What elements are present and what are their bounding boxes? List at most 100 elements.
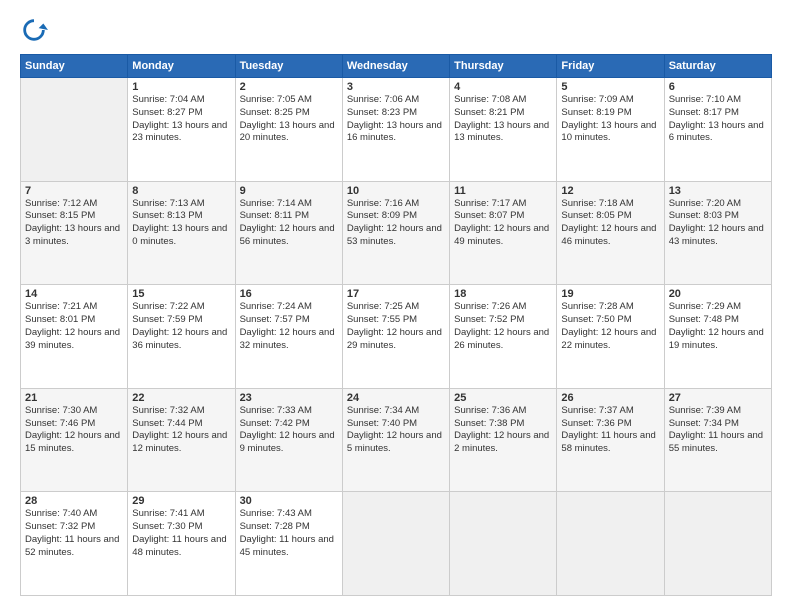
calendar-cell	[21, 78, 128, 182]
header	[20, 16, 772, 44]
calendar-week-row: 21Sunrise: 7:30 AMSunset: 7:46 PMDayligh…	[21, 388, 772, 492]
day-info: Sunrise: 7:21 AMSunset: 8:01 PMDaylight:…	[25, 301, 123, 352]
day-number: 27	[669, 392, 767, 404]
calendar-cell: 24Sunrise: 7:34 AMSunset: 7:40 PMDayligh…	[342, 388, 449, 492]
day-info: Sunrise: 7:09 AMSunset: 8:19 PMDaylight:…	[561, 94, 659, 145]
calendar-cell: 26Sunrise: 7:37 AMSunset: 7:36 PMDayligh…	[557, 388, 664, 492]
day-number: 9	[240, 185, 338, 197]
day-number: 13	[669, 185, 767, 197]
day-info: Sunrise: 7:34 AMSunset: 7:40 PMDaylight:…	[347, 405, 445, 456]
day-number: 23	[240, 392, 338, 404]
day-number: 16	[240, 288, 338, 300]
day-number: 28	[25, 495, 123, 507]
day-number: 3	[347, 81, 445, 93]
calendar-cell: 19Sunrise: 7:28 AMSunset: 7:50 PMDayligh…	[557, 285, 664, 389]
calendar-table: SundayMondayTuesdayWednesdayThursdayFrid…	[20, 54, 772, 596]
day-info: Sunrise: 7:12 AMSunset: 8:15 PMDaylight:…	[25, 198, 123, 249]
day-number: 4	[454, 81, 552, 93]
calendar-cell: 8Sunrise: 7:13 AMSunset: 8:13 PMDaylight…	[128, 181, 235, 285]
calendar-cell: 4Sunrise: 7:08 AMSunset: 8:21 PMDaylight…	[450, 78, 557, 182]
day-number: 24	[347, 392, 445, 404]
day-number: 30	[240, 495, 338, 507]
calendar-cell: 7Sunrise: 7:12 AMSunset: 8:15 PMDaylight…	[21, 181, 128, 285]
calendar-cell: 12Sunrise: 7:18 AMSunset: 8:05 PMDayligh…	[557, 181, 664, 285]
day-info: Sunrise: 7:05 AMSunset: 8:25 PMDaylight:…	[240, 94, 338, 145]
calendar-cell	[342, 492, 449, 596]
day-info: Sunrise: 7:13 AMSunset: 8:13 PMDaylight:…	[132, 198, 230, 249]
day-info: Sunrise: 7:37 AMSunset: 7:36 PMDaylight:…	[561, 405, 659, 456]
calendar-cell: 10Sunrise: 7:16 AMSunset: 8:09 PMDayligh…	[342, 181, 449, 285]
day-info: Sunrise: 7:28 AMSunset: 7:50 PMDaylight:…	[561, 301, 659, 352]
calendar-cell: 1Sunrise: 7:04 AMSunset: 8:27 PMDaylight…	[128, 78, 235, 182]
day-info: Sunrise: 7:40 AMSunset: 7:32 PMDaylight:…	[25, 508, 123, 559]
calendar-cell: 21Sunrise: 7:30 AMSunset: 7:46 PMDayligh…	[21, 388, 128, 492]
weekday-header: Monday	[128, 55, 235, 78]
day-info: Sunrise: 7:41 AMSunset: 7:30 PMDaylight:…	[132, 508, 230, 559]
calendar-cell: 23Sunrise: 7:33 AMSunset: 7:42 PMDayligh…	[235, 388, 342, 492]
day-number: 26	[561, 392, 659, 404]
weekday-header: Saturday	[664, 55, 771, 78]
day-number: 15	[132, 288, 230, 300]
calendar-cell: 2Sunrise: 7:05 AMSunset: 8:25 PMDaylight…	[235, 78, 342, 182]
day-number: 12	[561, 185, 659, 197]
day-number: 7	[25, 185, 123, 197]
calendar-cell: 9Sunrise: 7:14 AMSunset: 8:11 PMDaylight…	[235, 181, 342, 285]
calendar-cell: 15Sunrise: 7:22 AMSunset: 7:59 PMDayligh…	[128, 285, 235, 389]
calendar-cell: 22Sunrise: 7:32 AMSunset: 7:44 PMDayligh…	[128, 388, 235, 492]
day-info: Sunrise: 7:33 AMSunset: 7:42 PMDaylight:…	[240, 405, 338, 456]
day-info: Sunrise: 7:22 AMSunset: 7:59 PMDaylight:…	[132, 301, 230, 352]
calendar-cell: 6Sunrise: 7:10 AMSunset: 8:17 PMDaylight…	[664, 78, 771, 182]
day-number: 19	[561, 288, 659, 300]
calendar-cell	[557, 492, 664, 596]
day-info: Sunrise: 7:39 AMSunset: 7:34 PMDaylight:…	[669, 405, 767, 456]
day-number: 10	[347, 185, 445, 197]
calendar-week-row: 28Sunrise: 7:40 AMSunset: 7:32 PMDayligh…	[21, 492, 772, 596]
day-number: 17	[347, 288, 445, 300]
day-number: 29	[132, 495, 230, 507]
weekday-header: Sunday	[21, 55, 128, 78]
calendar-cell	[450, 492, 557, 596]
day-info: Sunrise: 7:36 AMSunset: 7:38 PMDaylight:…	[454, 405, 552, 456]
day-number: 14	[25, 288, 123, 300]
logo	[20, 16, 52, 44]
calendar-week-row: 1Sunrise: 7:04 AMSunset: 8:27 PMDaylight…	[21, 78, 772, 182]
day-info: Sunrise: 7:16 AMSunset: 8:09 PMDaylight:…	[347, 198, 445, 249]
weekday-header: Thursday	[450, 55, 557, 78]
day-info: Sunrise: 7:08 AMSunset: 8:21 PMDaylight:…	[454, 94, 552, 145]
day-info: Sunrise: 7:10 AMSunset: 8:17 PMDaylight:…	[669, 94, 767, 145]
logo-icon	[20, 16, 48, 44]
day-number: 22	[132, 392, 230, 404]
calendar-header-row: SundayMondayTuesdayWednesdayThursdayFrid…	[21, 55, 772, 78]
weekday-header: Tuesday	[235, 55, 342, 78]
calendar-cell: 29Sunrise: 7:41 AMSunset: 7:30 PMDayligh…	[128, 492, 235, 596]
page: SundayMondayTuesdayWednesdayThursdayFrid…	[0, 0, 792, 612]
calendar-cell: 13Sunrise: 7:20 AMSunset: 8:03 PMDayligh…	[664, 181, 771, 285]
day-number: 11	[454, 185, 552, 197]
day-number: 5	[561, 81, 659, 93]
day-number: 1	[132, 81, 230, 93]
day-info: Sunrise: 7:17 AMSunset: 8:07 PMDaylight:…	[454, 198, 552, 249]
day-info: Sunrise: 7:04 AMSunset: 8:27 PMDaylight:…	[132, 94, 230, 145]
calendar-cell: 30Sunrise: 7:43 AMSunset: 7:28 PMDayligh…	[235, 492, 342, 596]
calendar-cell: 14Sunrise: 7:21 AMSunset: 8:01 PMDayligh…	[21, 285, 128, 389]
day-info: Sunrise: 7:25 AMSunset: 7:55 PMDaylight:…	[347, 301, 445, 352]
calendar-cell: 5Sunrise: 7:09 AMSunset: 8:19 PMDaylight…	[557, 78, 664, 182]
calendar-cell: 27Sunrise: 7:39 AMSunset: 7:34 PMDayligh…	[664, 388, 771, 492]
calendar-cell: 18Sunrise: 7:26 AMSunset: 7:52 PMDayligh…	[450, 285, 557, 389]
weekday-header: Friday	[557, 55, 664, 78]
day-number: 21	[25, 392, 123, 404]
calendar-cell	[664, 492, 771, 596]
day-info: Sunrise: 7:43 AMSunset: 7:28 PMDaylight:…	[240, 508, 338, 559]
day-info: Sunrise: 7:29 AMSunset: 7:48 PMDaylight:…	[669, 301, 767, 352]
calendar-cell: 17Sunrise: 7:25 AMSunset: 7:55 PMDayligh…	[342, 285, 449, 389]
day-number: 6	[669, 81, 767, 93]
calendar-week-row: 7Sunrise: 7:12 AMSunset: 8:15 PMDaylight…	[21, 181, 772, 285]
calendar-cell: 3Sunrise: 7:06 AMSunset: 8:23 PMDaylight…	[342, 78, 449, 182]
day-number: 20	[669, 288, 767, 300]
calendar-cell: 28Sunrise: 7:40 AMSunset: 7:32 PMDayligh…	[21, 492, 128, 596]
calendar-week-row: 14Sunrise: 7:21 AMSunset: 8:01 PMDayligh…	[21, 285, 772, 389]
calendar-cell: 20Sunrise: 7:29 AMSunset: 7:48 PMDayligh…	[664, 285, 771, 389]
day-number: 18	[454, 288, 552, 300]
day-number: 2	[240, 81, 338, 93]
calendar-cell: 25Sunrise: 7:36 AMSunset: 7:38 PMDayligh…	[450, 388, 557, 492]
